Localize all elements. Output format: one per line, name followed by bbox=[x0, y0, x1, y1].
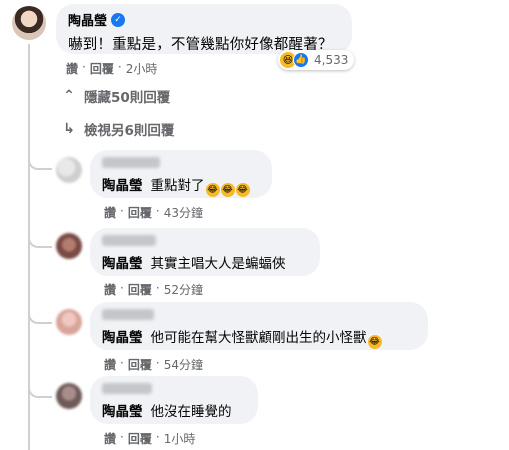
laughing-emoji-icon: 😂 bbox=[367, 335, 382, 349]
like-button[interactable]: 讚 bbox=[104, 430, 116, 447]
reply-actions: 讚 · 回覆 · 52分鐘 bbox=[104, 281, 203, 298]
blurred-author-name bbox=[102, 157, 160, 168]
laughing-emoji-icon: 😂 bbox=[220, 183, 235, 197]
reply-actions: 讚 · 回覆 · 1小時 bbox=[104, 430, 196, 447]
blurred-author-name bbox=[102, 235, 156, 246]
hide-replies-label: 隱藏50則回覆 bbox=[84, 90, 171, 106]
reply-arrow-icon: ↳ bbox=[63, 121, 75, 137]
mention-tag[interactable]: 陶晶瑩 bbox=[102, 174, 143, 197]
timestamp[interactable]: 52分鐘 bbox=[164, 281, 203, 298]
reaction-count: 4,533 bbox=[314, 53, 349, 67]
view-more-label: 檢視另6則回覆 bbox=[84, 123, 175, 139]
timestamp[interactable]: 54分鐘 bbox=[164, 356, 203, 373]
laughing-emoji-icon: 😂 bbox=[235, 183, 250, 197]
like-button[interactable]: 讚 bbox=[104, 356, 116, 373]
reply-button[interactable]: 回覆 bbox=[128, 204, 152, 221]
reply-actions: 讚 · 回覆 · 43分鐘 bbox=[104, 204, 203, 221]
reply-text: 重點對了 😂 😂 😂 bbox=[150, 178, 250, 197]
main-comment-bubble: 陶晶瑩 ✓ 嚇到！重點是，不管幾點你好像都醒著？ bbox=[56, 4, 352, 54]
reply-actions: 讚 · 回覆 · 54分鐘 bbox=[104, 356, 203, 373]
reply-text: 他可能在幫大怪獸顧剛出生的小怪獸 😂 bbox=[150, 330, 382, 349]
reply-connector bbox=[28, 234, 52, 248]
reply-bubble: 陶晶瑩 他沒在睡覺的 bbox=[90, 376, 258, 424]
comment-author[interactable]: 陶晶瑩 bbox=[68, 10, 107, 29]
timestamp[interactable]: 1小時 bbox=[164, 430, 196, 447]
timestamp[interactable]: 43分鐘 bbox=[164, 204, 203, 221]
timestamp[interactable]: 2小時 bbox=[126, 60, 158, 77]
hide-replies-button[interactable]: ⌃ 隱藏50則回覆 bbox=[62, 86, 170, 106]
reply-text: 其實主唱大人是蝙蝠俠 bbox=[150, 256, 286, 272]
avatar[interactable] bbox=[56, 233, 82, 259]
laughing-emoji-icon: 😂 bbox=[205, 183, 220, 197]
reply-button[interactable]: 回覆 bbox=[90, 60, 114, 77]
like-button[interactable]: 讚 bbox=[66, 60, 78, 77]
avatar[interactable] bbox=[56, 309, 82, 335]
reply-bubble: 陶晶瑩 他可能在幫大怪獸顧剛出生的小怪獸 😂 bbox=[90, 302, 428, 350]
reaction-summary[interactable]: 😆 👍 4,533 bbox=[278, 50, 355, 70]
reply-text: 他沒在睡覺的 bbox=[150, 404, 232, 420]
reply-bubble: 陶晶瑩 其實主唱大人是蝙蝠俠 bbox=[90, 228, 320, 276]
like-reaction-icon: 👍 bbox=[293, 52, 309, 68]
avatar[interactable] bbox=[12, 6, 46, 40]
reply-button[interactable]: 回覆 bbox=[128, 430, 152, 447]
reply-button[interactable]: 回覆 bbox=[128, 281, 152, 298]
avatar[interactable] bbox=[56, 383, 82, 409]
reply-connector bbox=[28, 156, 52, 170]
mention-tag[interactable]: 陶晶瑩 bbox=[102, 252, 143, 272]
mention-tag[interactable]: 陶晶瑩 bbox=[102, 400, 143, 420]
reply-connector bbox=[28, 310, 52, 324]
reply-button[interactable]: 回覆 bbox=[128, 356, 152, 373]
reply-connector bbox=[28, 384, 52, 398]
like-button[interactable]: 讚 bbox=[104, 281, 116, 298]
reply-bubble: 陶晶瑩 重點對了 😂 😂 😂 bbox=[90, 150, 272, 198]
avatar[interactable] bbox=[56, 157, 82, 183]
blurred-author-name bbox=[102, 309, 154, 320]
blurred-author-name bbox=[102, 383, 152, 394]
comment-actions: 讚 · 回覆 · 2小時 bbox=[66, 60, 158, 77]
mention-tag[interactable]: 陶晶瑩 bbox=[102, 326, 143, 349]
like-button[interactable]: 讚 bbox=[104, 204, 116, 221]
view-more-replies-button[interactable]: ↳ 檢視另6則回覆 bbox=[62, 119, 174, 139]
verified-badge-icon: ✓ bbox=[111, 12, 126, 27]
collapse-caret-icon: ⌃ bbox=[63, 88, 75, 104]
